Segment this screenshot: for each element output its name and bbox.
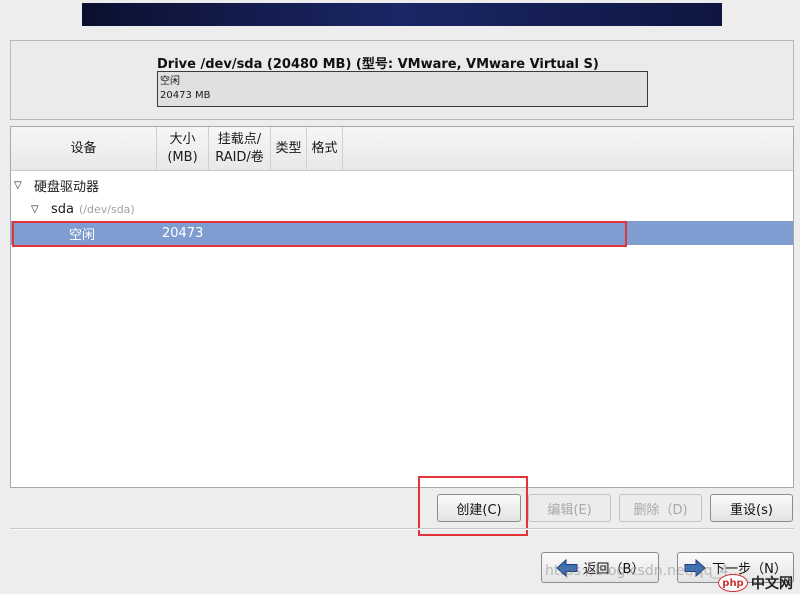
drive-bar-label: 空闲 <box>160 76 180 87</box>
php-logo-text: 中文网 <box>751 576 793 592</box>
php-cn-logo: php 中文网 <box>718 572 800 594</box>
tree-row-sda[interactable]: ▽ sda (/dev/sda) <box>11 197 793 221</box>
drive-bar-size: 20473 MB <box>160 90 211 101</box>
drive-summary-panel: Drive /dev/sda (20480 MB) (型号: VMware, V… <box>10 40 794 120</box>
reset-button[interactable]: 重设(s) <box>710 494 793 522</box>
expander-down-icon[interactable]: ▽ <box>14 180 28 191</box>
edit-button[interactable]: 编辑(E) <box>528 494 611 522</box>
expander-down-icon[interactable]: ▽ <box>31 204 45 215</box>
column-header-mount-point[interactable]: 挂载点/ RAID/卷 <box>209 127 271 171</box>
watermark-url: https://blog.csdn.net/qq_4… <box>545 563 743 579</box>
tree-row-hard-drives[interactable]: ▽ 硬盘驱动器 <box>11 173 793 197</box>
highlight-box-free-row <box>12 221 627 247</box>
column-header-type[interactable]: 类型 <box>271 127 307 171</box>
partition-tree[interactable]: 设备 大小 (MB) 挂载点/ RAID/卷 类型 格式 ▽ 硬盘驱动器 ▽ s… <box>10 126 794 488</box>
tree-disk-path: (/dev/sda) <box>79 202 135 216</box>
tree-group-label: 硬盘驱动器 <box>34 179 100 195</box>
php-logo-oval: php <box>718 574 748 592</box>
top-banner <box>82 3 722 26</box>
separator <box>10 528 794 530</box>
column-header-device[interactable]: 设备 <box>11 127 157 171</box>
column-header-row: 设备 大小 (MB) 挂载点/ RAID/卷 类型 格式 <box>11 127 793 171</box>
drive-free-space-bar[interactable]: 空闲 20473 MB <box>157 71 648 107</box>
column-header-size[interactable]: 大小 (MB) <box>157 127 209 171</box>
column-header-format[interactable]: 格式 <box>307 127 343 171</box>
drive-title: Drive /dev/sda (20480 MB) (型号: VMware, V… <box>157 57 599 72</box>
create-button[interactable]: 创建(C) <box>437 494 521 522</box>
tree-disk-label: sda <box>51 201 74 217</box>
delete-button[interactable]: 删除（D) <box>619 494 702 522</box>
